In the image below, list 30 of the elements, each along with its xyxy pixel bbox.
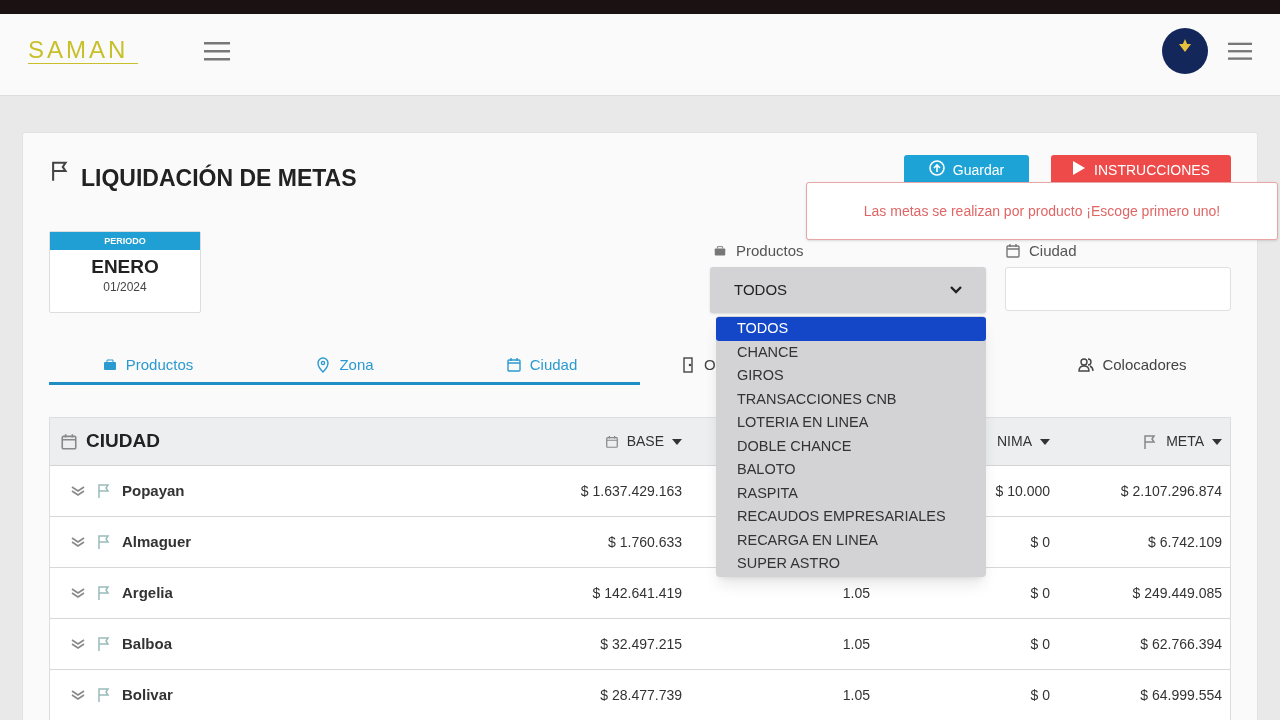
- table-cell-text: $ 64.999.554: [1140, 685, 1222, 705]
- period-date: 01/2024: [103, 279, 147, 296]
- table-cell-text: $ 142.641.419: [592, 583, 682, 603]
- table-cell-text: $ 0: [1030, 583, 1050, 603]
- table-cell-text: $ 32.497.215: [600, 634, 682, 654]
- toast-message: Las metas se realizan por producto ¡Escoge primero uno!: [863, 201, 1221, 221]
- city-name: Almaguer: [122, 531, 192, 552]
- period-month: ENERO: [91, 256, 159, 278]
- period-label: PERIODO: [50, 232, 200, 250]
- table-cell-text: $ 6.742.109: [1148, 532, 1222, 552]
- field-label: Ciudad: [1029, 240, 1077, 261]
- table-cell-text: $ 0: [1030, 685, 1050, 705]
- table-cell-text: 1.05: [842, 685, 870, 705]
- city-name: Argelia: [122, 582, 173, 603]
- table-cell-text: $ 1.637.429.163: [580, 481, 682, 501]
- city-name: Bolivar: [122, 684, 173, 705]
- table-cell-text: $ 249.449.085: [1132, 583, 1222, 603]
- table-cell-text: $ 62.766.394: [1140, 634, 1222, 654]
- field-label: Productos: [736, 240, 804, 261]
- table-cell-text: $ 10.000: [995, 481, 1050, 501]
- table-cell-text: $ 0: [1030, 634, 1050, 654]
- table-cell-text: 1.05: [842, 583, 870, 603]
- table-cell-text: $ 28.477.739: [600, 685, 682, 705]
- table-cell-text: 1.05: [842, 634, 870, 654]
- table-cell-text: $ 1.760.633: [608, 532, 682, 552]
- page-title: LIQUIDACIÓN DE METAS: [81, 163, 357, 193]
- city-name: Balboa: [122, 633, 172, 654]
- city-name: Popayan: [122, 480, 185, 501]
- table-cell-text: $ 2.107.296.874: [1120, 481, 1222, 501]
- table-cell-text: $ 0: [1030, 532, 1050, 552]
